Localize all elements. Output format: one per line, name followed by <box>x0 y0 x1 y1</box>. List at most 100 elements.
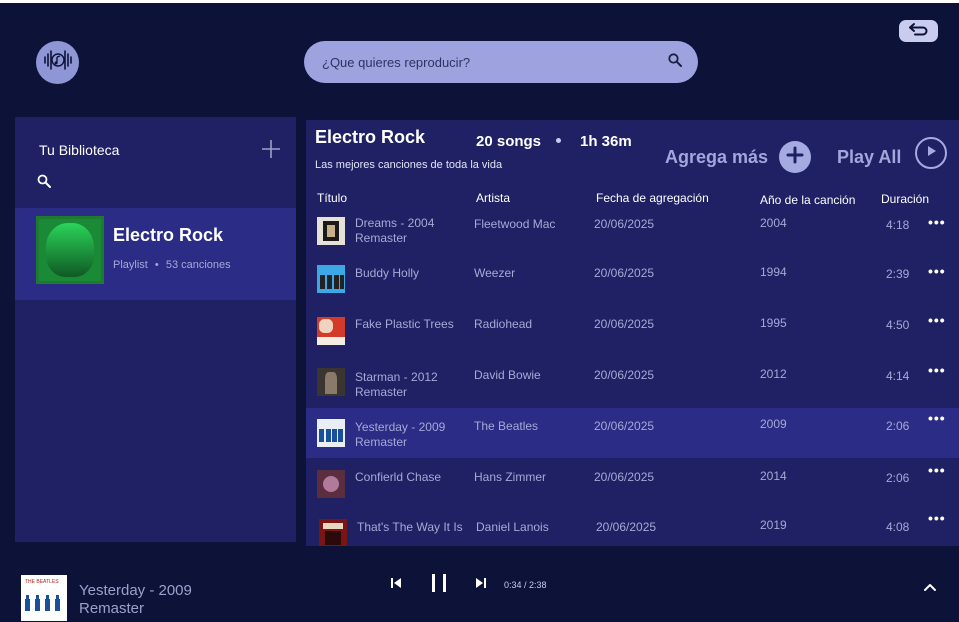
library-panel: Tu Biblioteca Electro Rock Playlist • 53… <box>15 117 296 542</box>
plus-icon[interactable] <box>261 139 281 159</box>
back-button[interactable] <box>899 20 938 42</box>
library-item-electro-rock[interactable]: Electro Rock Playlist • 53 canciones <box>15 208 296 300</box>
track-row[interactable]: That's The Way It Is Daniel Lanois 20/06… <box>306 510 959 546</box>
chevron-up-icon[interactable] <box>922 580 938 596</box>
library-item-meta: Playlist • 53 canciones <box>113 259 231 271</box>
track-artist: Weezer <box>474 266 516 280</box>
previous-button[interactable] <box>388 575 404 595</box>
column-header-title[interactable]: Título <box>317 191 347 205</box>
column-header-artist[interactable]: Artista <box>476 191 510 205</box>
track-duration: 2:06 <box>886 471 910 485</box>
playlist-title: Electro Rock <box>315 127 426 147</box>
separator-dot <box>556 138 561 143</box>
track-year: 2009 <box>760 417 787 431</box>
music-note-waveform-icon <box>41 43 75 82</box>
playlist-description: Las mejores canciones de toda la vida <box>315 159 503 171</box>
now-playing-title: Yesterday - 2009 Remaster <box>79 582 192 617</box>
more-options-icon[interactable]: ••• <box>928 362 946 378</box>
track-title: Dreams - 2004 Remaster <box>355 216 435 245</box>
track-artist: David Bowie <box>474 368 541 382</box>
play-all-label[interactable]: Play All <box>837 147 901 168</box>
column-header-duration[interactable]: Duración <box>881 192 929 206</box>
track-artist: The Beatles <box>474 419 539 433</box>
more-options-icon[interactable]: ••• <box>928 214 946 230</box>
track-title: Fake Plastic Trees <box>355 317 454 331</box>
track-cover <box>317 470 345 498</box>
column-header-year[interactable]: Año de la canción <box>760 193 855 207</box>
track-year: 1995 <box>760 316 787 330</box>
track-row[interactable]: Confierld Chase Hans Zimmer 20/06/2025 2… <box>306 462 959 514</box>
track-year: 2014 <box>760 469 787 483</box>
track-artist: Fleetwood Mac <box>474 217 556 231</box>
skip-next-icon <box>475 576 487 594</box>
track-row[interactable]: Buddy Holly Weezer 20/06/2025 1994 2:39 … <box>306 260 959 310</box>
svg-text:THE BEATLES: THE BEATLES <box>25 579 59 585</box>
track-title: Yesterday - 2009 Remaster <box>355 420 446 449</box>
track-title: Starman - 2012 Remaster <box>355 370 438 399</box>
track-date-added: 20/06/2025 <box>594 266 655 280</box>
track-row[interactable]: Starman - 2012 Remaster David Bowie 20/0… <box>306 362 959 412</box>
track-date-added: 20/06/2025 <box>594 317 655 331</box>
column-header-date-added[interactable]: Fecha de agregación <box>596 191 709 205</box>
track-date-added: 20/06/2025 <box>594 217 655 231</box>
track-cover <box>317 368 345 396</box>
track-artist: Radiohead <box>474 317 533 331</box>
track-year: 1994 <box>760 265 787 279</box>
library-item-name: Electro Rock <box>113 225 224 245</box>
track-date-added: 20/06/2025 <box>594 419 655 433</box>
track-title: Confierld Chase <box>355 470 442 484</box>
track-duration: 4:14 <box>886 369 910 383</box>
track-year: 2004 <box>760 216 787 230</box>
track-row-active[interactable]: Yesterday - 2009 Remaster The Beatles 20… <box>306 408 959 458</box>
track-title: Buddy Holly <box>355 266 420 280</box>
plus-icon <box>786 146 804 169</box>
track-date-added: 20/06/2025 <box>594 368 655 382</box>
track-duration: 4:50 <box>886 318 910 332</box>
search-bar[interactable] <box>304 41 698 83</box>
track-artist: Hans Zimmer <box>474 470 547 484</box>
pause-icon <box>430 572 448 599</box>
add-more-label[interactable]: Agrega más <box>665 147 768 168</box>
next-button[interactable] <box>473 575 489 595</box>
playlist-song-count: 20 songs <box>476 133 542 150</box>
now-playing-cover[interactable]: THE BEATLES <box>21 575 67 621</box>
track-duration: 2:06 <box>886 419 910 433</box>
search-input[interactable] <box>322 54 668 70</box>
add-more-button[interactable] <box>779 141 811 173</box>
track-cover <box>317 317 345 345</box>
track-artist: Daniel Lanois <box>476 520 549 534</box>
track-title: That's The Way It Is <box>357 520 463 534</box>
skip-previous-icon <box>390 576 402 594</box>
track-year: 2019 <box>760 518 787 532</box>
track-row[interactable]: Fake Plastic Trees Radiohead 20/06/2025 … <box>306 311 959 361</box>
play-icon <box>924 144 938 163</box>
track-date-added: 20/06/2025 <box>594 470 655 484</box>
app-logo[interactable] <box>36 41 79 84</box>
more-options-icon[interactable]: ••• <box>928 410 946 426</box>
track-year: 2012 <box>760 367 787 381</box>
track-cover <box>317 217 345 245</box>
play-all-button[interactable] <box>915 137 947 169</box>
more-options-icon[interactable]: ••• <box>928 510 946 526</box>
track-date-added: 20/06/2025 <box>596 520 657 534</box>
top-border <box>0 0 959 3</box>
playlist-panel: Electro Rock Las mejores canciones de to… <box>306 120 959 546</box>
playlist-duration: 1h 36m <box>580 133 632 150</box>
playlist-cover <box>36 216 104 284</box>
library-title: Tu Biblioteca <box>39 142 120 158</box>
more-options-icon[interactable]: ••• <box>928 462 946 478</box>
search-icon[interactable] <box>37 174 53 190</box>
track-row[interactable]: Dreams - 2004 Remaster Fleetwood Mac 20/… <box>306 209 959 259</box>
pause-button[interactable] <box>428 573 450 597</box>
track-duration: 4:18 <box>886 218 910 232</box>
undo-arrow-icon <box>908 22 930 41</box>
track-cover <box>317 419 345 447</box>
search-icon[interactable] <box>668 52 682 72</box>
playback-time: 0:34 / 2:38 <box>504 580 547 590</box>
track-duration: 4:08 <box>886 520 910 534</box>
more-options-icon[interactable]: ••• <box>928 312 946 328</box>
more-options-icon[interactable]: ••• <box>928 263 946 279</box>
track-cover <box>317 265 345 293</box>
track-cover <box>319 519 347 546</box>
track-duration: 2:39 <box>886 267 910 281</box>
